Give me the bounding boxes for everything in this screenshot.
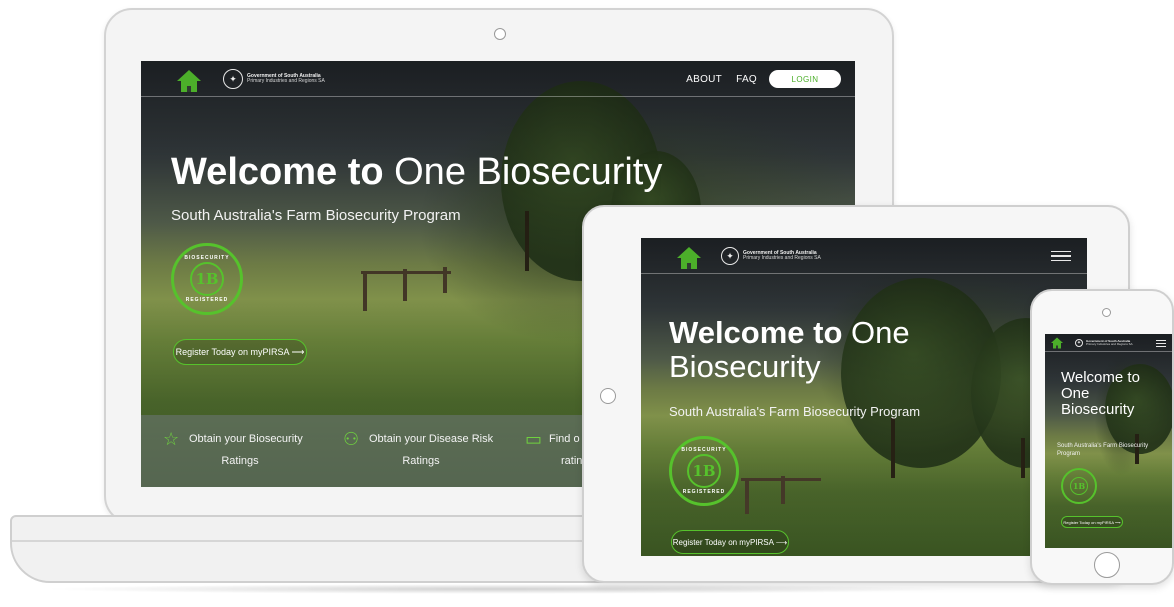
home-icon[interactable] <box>177 70 201 92</box>
hero-subtitle: South Australia's Farm Biosecurity Progr… <box>669 404 921 419</box>
biosecurity-registered-badge: 1B BIOSECURITY REGISTERED <box>171 243 243 315</box>
gov-sa-seal-icon: ✦ <box>1075 339 1083 347</box>
hero-title: Welcome to One Biosecurity <box>171 151 662 194</box>
gov-sa-logo-text[interactable]: Government of South Australia Primary In… <box>247 73 325 85</box>
phone-screen: ✦ Government of South Australia Primary … <box>1045 334 1172 548</box>
phone-nav: ✦ Government of South Australia Primary … <box>1045 334 1172 352</box>
badge-ring-top: BIOSECURITY <box>681 447 727 453</box>
badge-mark: 1B <box>687 454 721 488</box>
nav-divider <box>1045 351 1172 352</box>
hero-title-line2: One <box>1061 385 1090 402</box>
hero-title-light: One <box>851 315 910 350</box>
hero-subtitle: South Australia's Farm Biosecurity Progr… <box>171 207 461 224</box>
hero-title-line1: Welcome to <box>1061 369 1140 386</box>
feature-line2: Ratings <box>221 455 259 467</box>
badge-ring-bottom: REGISTERED <box>682 489 726 495</box>
laptop-nav: ✦ Government of South Australia Primary … <box>141 61 855 97</box>
gov-sa-logo-text[interactable]: Government of South Australia Primary In… <box>743 250 821 262</box>
hero-subtitle: South Australia's Farm Biosecurity Progr… <box>1057 443 1149 457</box>
nav-divider <box>141 96 855 97</box>
register-button[interactable]: Register Today on myPIRSA ⟶ <box>1061 516 1123 528</box>
gov-sa-seal-icon: ✦ <box>721 247 739 265</box>
badge-mark: 1B <box>190 262 224 296</box>
menu-icon[interactable] <box>1051 250 1071 262</box>
laptop-camera <box>494 28 506 40</box>
phone-home-button <box>1094 552 1120 578</box>
register-button[interactable]: Register Today on myPIRSA ⟶ <box>671 530 789 554</box>
laptop-shadow <box>40 584 960 594</box>
login-button[interactable]: LOGIN <box>769 70 841 88</box>
biosecurity-registered-badge: 1B BIOSECURITY REGISTERED <box>669 436 739 506</box>
tablet-nav: ✦ Government of South Australia Primary … <box>641 238 1087 274</box>
feature-biosecurity-ratings[interactable]: ☆ Obtain your Biosecurity Ratings <box>141 415 321 487</box>
nav-about-link[interactable]: ABOUT <box>686 74 722 85</box>
home-icon[interactable] <box>1051 337 1063 349</box>
badge-ring-bottom: REGISTERED <box>185 297 229 303</box>
menu-icon[interactable] <box>1156 339 1166 347</box>
hero-title-line3: Biosecurity <box>1061 401 1135 418</box>
gov-line2: Primary Industries and Regions SA <box>1086 342 1133 346</box>
disease-icon: ⚇ <box>343 429 360 449</box>
gov-line2: Primary Industries and Regions SA <box>247 78 325 84</box>
screen-icon: ▭ <box>525 429 543 449</box>
phone-camera <box>1102 308 1111 317</box>
feature-line1: Obtain your Disease Risk <box>369 433 494 445</box>
feature-disease-risk[interactable]: ⚇ Obtain your Disease Risk Ratings <box>321 415 501 487</box>
nav-faq-link[interactable]: FAQ <box>736 74 757 85</box>
hero-title-light-2: Biosecurity <box>669 349 821 384</box>
hero-title-bold: Welcome to <box>171 151 384 193</box>
star-icon: ☆ <box>163 429 180 449</box>
gov-sa-logo-text[interactable]: Government of South Australia Primary In… <box>1086 339 1133 347</box>
biosecurity-registered-badge: 1B <box>1061 468 1097 504</box>
hero-title: Welcome to One Biosecurity <box>1061 370 1140 418</box>
feature-line1: Find o <box>549 433 580 445</box>
badge-ring-top: BIOSECURITY <box>184 255 230 261</box>
device-mockup-stage: ✦ Government of South Australia Primary … <box>0 0 1174 607</box>
tablet-screen: ✦ Government of South Australia Primary … <box>641 238 1087 556</box>
hero-title-bold: Welcome to <box>669 315 843 350</box>
nav-divider <box>641 273 1087 274</box>
gov-sa-seal-icon: ✦ <box>223 69 243 89</box>
tablet-home-button <box>600 388 616 404</box>
feature-line2: Ratings <box>402 455 440 467</box>
gov-line2: Primary Industries and Regions SA <box>743 255 821 261</box>
hero-title: Welcome to One Biosecurity <box>669 316 910 384</box>
register-button[interactable]: Register Today on myPIRSA ⟶ <box>173 339 307 365</box>
badge-mark: 1B <box>1070 477 1088 495</box>
home-icon[interactable] <box>677 247 701 269</box>
hero-title-light: One Biosecurity <box>394 151 663 193</box>
feature-line1: Obtain your Biosecurity <box>189 433 303 445</box>
